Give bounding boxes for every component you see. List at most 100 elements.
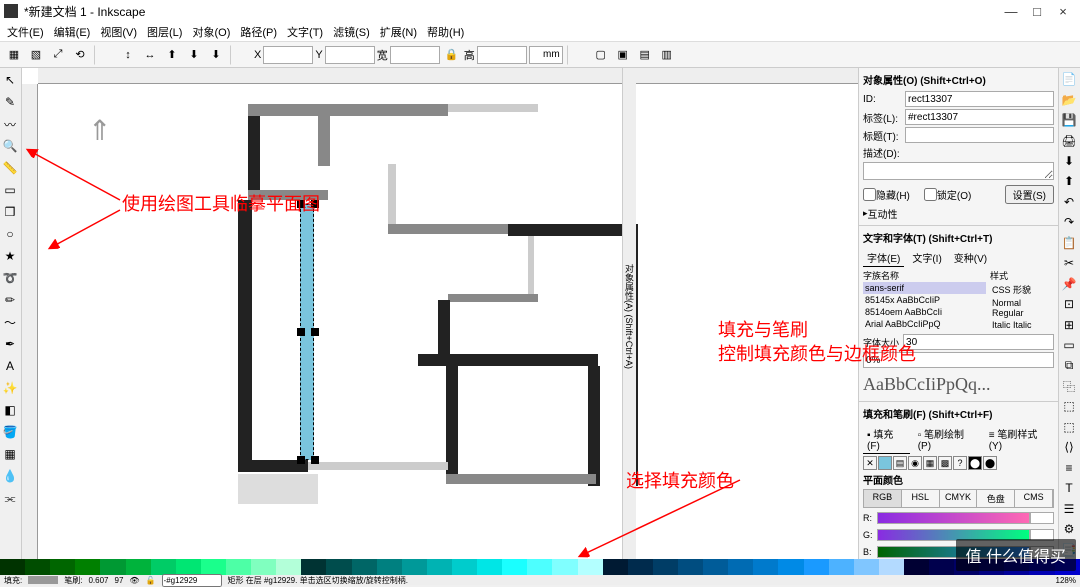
tc-btn[interactable]: ▦ bbox=[4, 45, 24, 65]
duplicate-icon[interactable]: ⧉ bbox=[1059, 356, 1079, 374]
lock-checkbox[interactable] bbox=[924, 188, 937, 201]
set-button[interactable]: 设置(S) bbox=[1005, 185, 1054, 204]
lock-icon[interactable]: 🔒 bbox=[442, 45, 462, 65]
zoom-fit-icon[interactable]: ⊡ bbox=[1059, 295, 1079, 313]
align-icon[interactable]: ≡ bbox=[1059, 459, 1079, 477]
y-input[interactable] bbox=[325, 46, 375, 64]
tc-btn[interactable]: ↔ bbox=[140, 45, 160, 65]
label-input[interactable] bbox=[905, 109, 1054, 125]
x-input[interactable] bbox=[263, 46, 313, 64]
zoom-page-icon[interactable]: ▭ bbox=[1059, 336, 1079, 354]
unit-select[interactable] bbox=[529, 46, 563, 64]
calligraphy-tool[interactable]: ✒ bbox=[0, 334, 20, 354]
tc-btn[interactable]: ▧ bbox=[26, 45, 46, 65]
group-icon[interactable]: ⬚ bbox=[1059, 397, 1079, 415]
tc-btn[interactable]: ⟲ bbox=[70, 45, 90, 65]
print-icon[interactable]: 🖨 bbox=[1059, 131, 1079, 149]
tab-variant[interactable]: 变种(V) bbox=[950, 249, 991, 267]
tab-font[interactable]: 字体(E) bbox=[863, 249, 904, 267]
dropper-tool[interactable]: 💧 bbox=[0, 466, 20, 486]
desc-textarea[interactable] bbox=[863, 162, 1054, 180]
menu-view[interactable]: 视图(V) bbox=[95, 24, 142, 40]
spiral-tool[interactable]: ➰ bbox=[0, 268, 20, 288]
affect-btn[interactable]: ▤ bbox=[635, 45, 655, 65]
gradient-tool[interactable]: ▦ bbox=[0, 444, 20, 464]
circle-tool[interactable]: ○ bbox=[0, 224, 20, 244]
tab-text[interactable]: 文字(I) bbox=[908, 249, 945, 267]
canvas-area[interactable]: ⇑ bbox=[22, 68, 858, 559]
menu-filter[interactable]: 滤镜(S) bbox=[328, 24, 375, 40]
tc-btn[interactable]: ⬆ bbox=[162, 45, 182, 65]
clone-icon[interactable]: ⿻ bbox=[1059, 377, 1079, 395]
title-input[interactable] bbox=[905, 127, 1054, 143]
visibility-icon[interactable]: 👁 bbox=[129, 576, 139, 585]
zoom-draw-icon[interactable]: ⊞ bbox=[1059, 315, 1079, 333]
tab-stroke-paint[interactable]: ▫ 笔刷绘制(P) bbox=[914, 425, 981, 454]
paste-icon[interactable]: 📌 bbox=[1059, 275, 1079, 293]
tab-fill[interactable]: ▪ 填充(F) bbox=[863, 425, 910, 454]
measure-tool[interactable]: 📏 bbox=[0, 158, 20, 178]
rect-tool[interactable]: ▭ bbox=[0, 180, 20, 200]
menu-text[interactable]: 文字(T) bbox=[282, 24, 328, 40]
w-input[interactable] bbox=[390, 46, 440, 64]
hide-checkbox[interactable] bbox=[863, 188, 876, 201]
maximize-button[interactable]: □ bbox=[1024, 4, 1050, 19]
id-input[interactable] bbox=[905, 91, 1054, 107]
save-icon[interactable]: 💾 bbox=[1059, 111, 1079, 129]
color-mode-tabs[interactable]: RGB HSL CMYK 色盘 CMS bbox=[863, 489, 1054, 508]
export-icon[interactable]: ⬆ bbox=[1059, 172, 1079, 190]
tc-btn[interactable]: ⤢ bbox=[48, 45, 68, 65]
fill-swatch[interactable] bbox=[28, 576, 58, 584]
tweak-tool[interactable]: 〰 bbox=[0, 114, 20, 134]
new-doc-icon[interactable]: 📄 bbox=[1059, 70, 1079, 88]
ruler-vertical[interactable] bbox=[22, 84, 38, 559]
zoom-tool[interactable]: 🔍 bbox=[0, 136, 20, 156]
spray-tool[interactable]: ✨ bbox=[0, 378, 20, 398]
ungroup-icon[interactable]: ⬚ bbox=[1059, 418, 1079, 436]
bezier-tool[interactable]: 〜 bbox=[0, 312, 20, 332]
affect-btn[interactable]: ▥ bbox=[657, 45, 677, 65]
opacity-small[interactable] bbox=[863, 352, 1054, 368]
lock-status-icon[interactable]: 🔓 bbox=[146, 576, 156, 585]
open-icon[interactable]: 📂 bbox=[1059, 90, 1079, 108]
menu-path[interactable]: 路径(P) bbox=[235, 24, 282, 40]
menu-extension[interactable]: 扩展(N) bbox=[375, 24, 422, 40]
fill-tool[interactable]: 🪣 bbox=[0, 422, 20, 442]
r-slider[interactable] bbox=[877, 512, 1030, 524]
affect-btn[interactable]: ▣ bbox=[613, 45, 633, 65]
font-size-input[interactable] bbox=[903, 334, 1054, 350]
fill-type-buttons[interactable]: ✕ ▤ ◉ ▦ ▩ ? ⬤ ⬤ bbox=[863, 456, 1054, 470]
selector-tool[interactable]: ↖ bbox=[0, 70, 20, 90]
3dbox-tool[interactable]: ❒ bbox=[0, 202, 20, 222]
tc-btn[interactable]: ⬇ bbox=[206, 45, 226, 65]
layers-icon[interactable]: ☰ bbox=[1059, 500, 1079, 518]
canvas[interactable]: ⇑ bbox=[38, 84, 858, 559]
close-button[interactable]: × bbox=[1050, 4, 1076, 19]
node-tool[interactable]: ✎ bbox=[0, 92, 20, 112]
undo-icon[interactable]: ↶ bbox=[1059, 193, 1079, 211]
minimize-button[interactable]: — bbox=[998, 4, 1024, 19]
redo-icon[interactable]: ↷ bbox=[1059, 213, 1079, 231]
cut-icon[interactable]: ✂ bbox=[1059, 254, 1079, 272]
text-icon[interactable]: T bbox=[1059, 479, 1079, 497]
r-value[interactable] bbox=[1030, 512, 1054, 524]
copy-icon[interactable]: 📋 bbox=[1059, 234, 1079, 252]
tc-btn[interactable]: ⬇ bbox=[184, 45, 204, 65]
h-input[interactable] bbox=[477, 46, 527, 64]
font-list[interactable]: sans-serif 85145x AaBbCcIiP 8514oem AaBb… bbox=[863, 282, 986, 332]
affect-btn[interactable]: ▢ bbox=[591, 45, 611, 65]
prefs-icon[interactable]: ⚙ bbox=[1059, 520, 1079, 538]
menu-object[interactable]: 对象(O) bbox=[187, 24, 235, 40]
pencil-tool[interactable]: ✏ bbox=[0, 290, 20, 310]
style-list[interactable]: CSS 形貌 Normal Regular Italic Italic bbox=[990, 282, 1054, 332]
ruler-horizontal[interactable] bbox=[38, 68, 858, 84]
docked-tab[interactable]: 对象属性(A) (Shift+Ctrl+A) bbox=[622, 68, 636, 559]
xml-icon[interactable]: ⟨⟩ bbox=[1059, 438, 1079, 456]
menu-help[interactable]: 帮助(H) bbox=[422, 24, 469, 40]
eraser-tool[interactable]: ◧ bbox=[0, 400, 20, 420]
zoom-value[interactable]: 128% bbox=[1056, 576, 1076, 585]
star-tool[interactable]: ★ bbox=[0, 246, 20, 266]
menu-edit[interactable]: 编辑(E) bbox=[49, 24, 96, 40]
tab-stroke-style[interactable]: ≡ 笔刷样式(Y) bbox=[985, 425, 1054, 454]
connector-tool[interactable]: ⫘ bbox=[0, 488, 20, 508]
